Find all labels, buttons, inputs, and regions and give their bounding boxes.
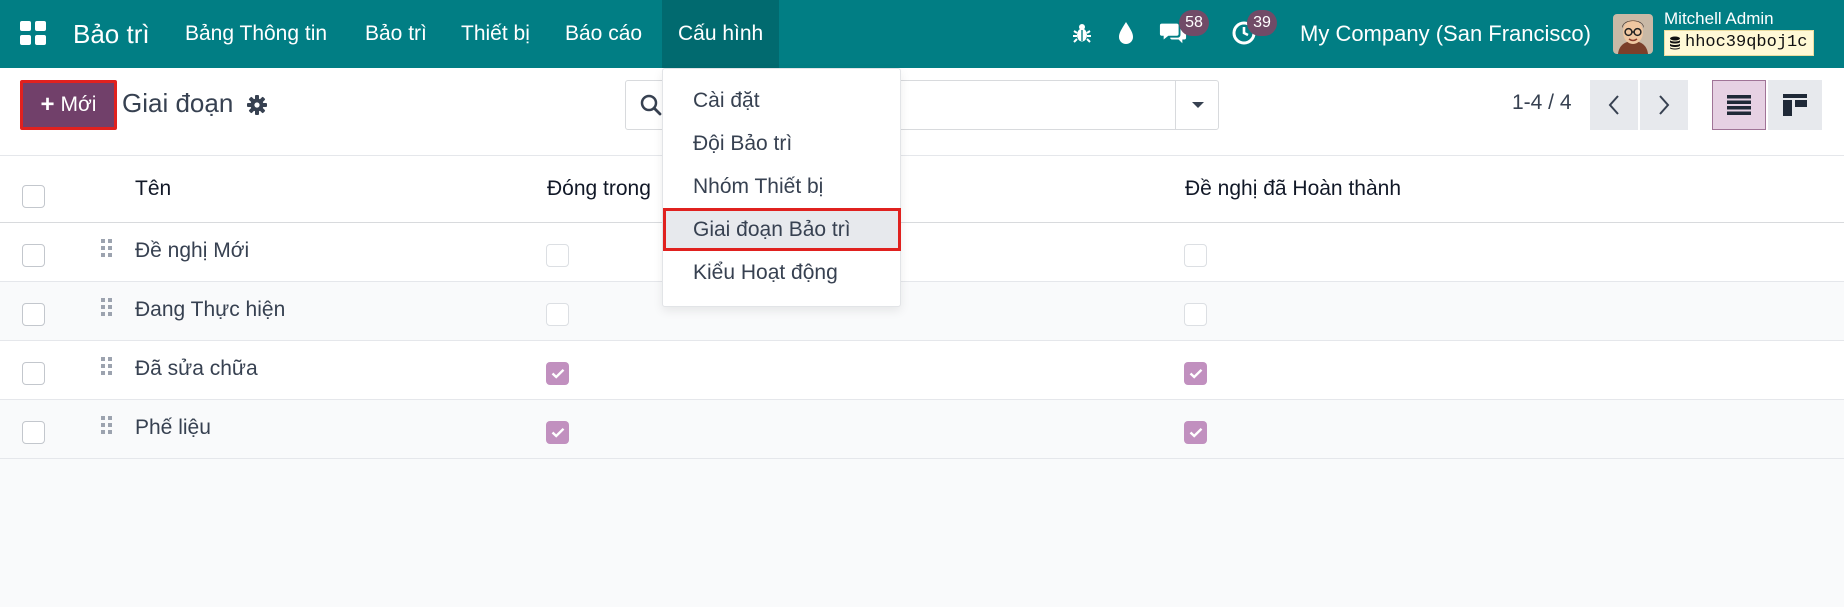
check-icon	[551, 427, 564, 438]
done-checkbox	[1184, 244, 1207, 267]
folded-checkbox	[546, 421, 569, 444]
folded-checkbox	[546, 362, 569, 385]
done-checkbox	[1184, 362, 1207, 385]
nav-reporting[interactable]: Báo cáo	[549, 0, 658, 68]
chevron-right-icon	[1659, 95, 1670, 115]
company-switcher[interactable]: My Company (San Francisco)	[1300, 0, 1591, 68]
database-name: hhoc39qboj1c	[1685, 33, 1808, 52]
nav-configuration[interactable]: Cấu hình	[662, 0, 780, 68]
user-name[interactable]: Mitchell Admin	[1664, 9, 1774, 29]
search-options-toggle[interactable]	[1175, 80, 1219, 130]
done-checkbox	[1184, 303, 1207, 326]
folded-checkbox	[546, 244, 569, 267]
nav-equipment[interactable]: Thiết bị	[445, 0, 546, 68]
top-navbar: Bảo trì Bảng Thông tin Bảo trì Thiết bị …	[0, 0, 1844, 68]
row-checkbox[interactable]	[22, 421, 45, 444]
plus-icon: +	[40, 91, 55, 118]
table-row[interactable]: Đề nghị Mới	[0, 223, 1844, 282]
done-checkbox	[1184, 421, 1207, 444]
check-icon	[551, 368, 564, 379]
drag-handle-icon[interactable]	[101, 357, 113, 384]
new-button[interactable]: + Mới	[20, 80, 117, 130]
table-row[interactable]: Phế liệu	[0, 400, 1844, 459]
drag-handle-icon[interactable]	[101, 239, 113, 266]
table-row[interactable]: Đang Thực hiện	[0, 282, 1844, 341]
bug-icon[interactable]	[1068, 18, 1096, 48]
page-title[interactable]: Giai đoạn	[122, 88, 233, 119]
database-icon	[1670, 36, 1680, 50]
control-panel: + Mới Giai đoạn 1-4 / 4	[0, 68, 1844, 156]
stages-table: Tên Đóng trong Đề nghị đã Hoàn thành Đề …	[0, 156, 1844, 459]
check-icon	[1189, 427, 1202, 438]
menu-item-maintenance-stages[interactable]: Giai đoạn Bảo trì	[663, 208, 901, 251]
pager-next-button[interactable]	[1640, 80, 1688, 130]
stage-name[interactable]: Đã sửa chữa	[135, 357, 258, 381]
column-folded-header[interactable]: Đóng trong	[547, 177, 651, 201]
stage-name[interactable]: Đang Thực hiện	[135, 298, 285, 322]
droplet-icon[interactable]	[1112, 18, 1140, 48]
configuration-dropdown: Cài đặt Đội Bảo trì Nhóm Thiết bị Giai đ…	[662, 68, 901, 307]
drag-handle-icon[interactable]	[101, 416, 113, 443]
table-header: Tên Đóng trong Đề nghị đã Hoàn thành	[0, 156, 1844, 223]
caret-down-icon	[1191, 102, 1204, 108]
nav-maintenance[interactable]: Bảo trì	[349, 0, 443, 68]
row-checkbox[interactable]	[22, 303, 45, 326]
kanban-view-button[interactable]	[1768, 80, 1822, 130]
new-button-label: Mới	[60, 93, 97, 116]
drag-handle-icon[interactable]	[101, 298, 113, 325]
app-brand[interactable]: Bảo trì	[73, 0, 150, 68]
pager-value[interactable]: 1-4 / 4	[1512, 91, 1572, 115]
stage-name[interactable]: Đề nghị Mới	[135, 239, 249, 263]
folded-checkbox	[546, 303, 569, 326]
check-icon	[1189, 368, 1202, 379]
table-row[interactable]: Đã sửa chữa	[0, 341, 1844, 400]
messages-badge: 58	[1179, 10, 1209, 36]
menu-item-settings[interactable]: Cài đặt	[663, 79, 900, 122]
menu-item-activity-types[interactable]: Kiểu Hoạt động	[663, 251, 900, 294]
gear-icon[interactable]	[246, 94, 268, 121]
select-all-checkbox[interactable]	[22, 185, 45, 208]
menu-item-maintenance-teams[interactable]: Đội Bảo trì	[663, 122, 900, 165]
kanban-icon	[1783, 94, 1807, 116]
chevron-left-icon	[1608, 95, 1619, 115]
stage-name[interactable]: Phế liệu	[135, 416, 211, 440]
nav-dashboard[interactable]: Bảng Thông tin	[169, 0, 343, 68]
user-avatar[interactable]	[1613, 14, 1653, 54]
row-checkbox[interactable]	[22, 362, 45, 385]
activities-badge: 39	[1247, 10, 1277, 36]
menu-item-equipment-categories[interactable]: Nhóm Thiết bị	[663, 165, 900, 208]
pager-previous-button[interactable]	[1590, 80, 1638, 130]
column-done-header[interactable]: Đề nghị đã Hoàn thành	[1185, 177, 1401, 201]
column-name-header[interactable]: Tên	[135, 177, 171, 201]
database-tag: hhoc39qboj1c	[1664, 30, 1815, 56]
row-checkbox[interactable]	[22, 244, 45, 267]
app-grid-icon[interactable]	[20, 21, 46, 45]
list-view-button[interactable]	[1712, 80, 1766, 130]
search-icon	[639, 93, 663, 122]
list-icon	[1727, 95, 1751, 115]
